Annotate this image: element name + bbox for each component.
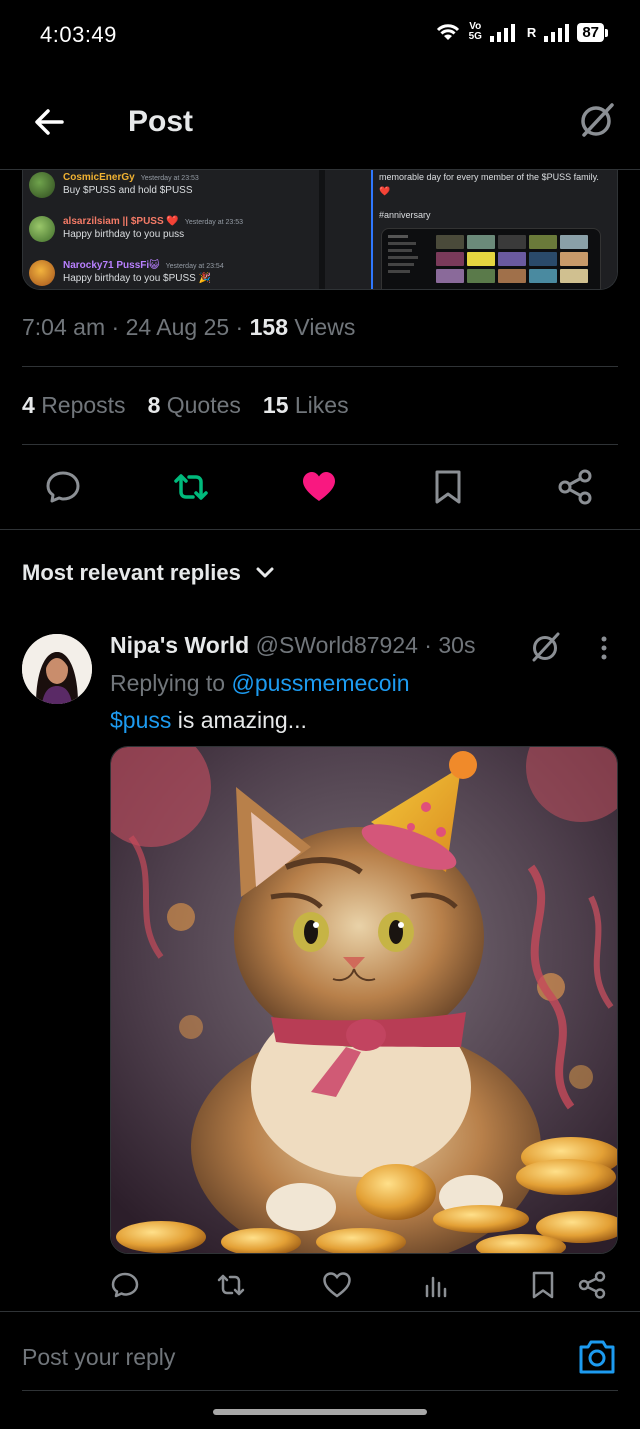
engagement-stats: 4 Reposts 8 Quotes 15 Likes — [22, 392, 349, 419]
repost-icon[interactable] — [172, 468, 210, 506]
reply-composer[interactable]: Post your reply — [0, 1312, 640, 1392]
views-icon[interactable] — [422, 1270, 452, 1300]
wifi-icon — [436, 24, 459, 40]
page-title: Post — [128, 105, 194, 138]
reply-action-bar — [110, 1270, 618, 1304]
divider — [22, 366, 618, 367]
reply-input[interactable]: Post your reply — [22, 1344, 175, 1371]
reply-icon[interactable] — [44, 468, 82, 506]
post-media[interactable]: CosmicEnerGy Yesterday at 23:53 Buy $PUSS… — [22, 170, 618, 290]
avatar — [29, 260, 55, 286]
post-timestamp: 7:04 am · 24 Aug 25 · 158 Views — [22, 314, 356, 340]
video-call-thumbnail — [381, 228, 601, 289]
back-arrow-icon[interactable] — [30, 102, 70, 142]
cashtag-link[interactable]: $puss — [110, 707, 171, 733]
signal-icon-2 — [544, 22, 570, 42]
share-icon[interactable] — [556, 468, 594, 506]
bookmark-icon[interactable] — [528, 1270, 558, 1300]
top-app-bar: Post — [0, 72, 640, 170]
reply-handle[interactable]: @SWorld87924 — [256, 632, 418, 658]
replies-sort-dropdown[interactable]: Most relevant replies — [22, 560, 275, 586]
share-icon[interactable] — [577, 1270, 607, 1300]
avatar[interactable] — [22, 634, 92, 704]
bookmark-icon[interactable] — [429, 468, 467, 506]
repost-icon[interactable] — [216, 1270, 246, 1300]
chat-message: alsarzilsiam || $PUSS ❤️ Yesterday at 23:… — [29, 216, 243, 242]
reply-text: $puss is amazing... — [110, 707, 307, 733]
reposts-stat[interactable]: 4 Reposts — [22, 392, 126, 419]
grok-icon[interactable] — [528, 630, 562, 664]
quotes-stat[interactable]: 8 Quotes — [148, 392, 241, 419]
chat-screenshot: CosmicEnerGy Yesterday at 23:53 Buy $PUSS… — [23, 170, 319, 289]
signal-icon — [489, 22, 515, 42]
sidebar-list — [388, 235, 426, 285]
reply-image[interactable] — [110, 746, 618, 1254]
status-time: 4:03:49 — [40, 22, 117, 47]
likes-stat[interactable]: 15 Likes — [263, 392, 349, 419]
reply-header: Nipa's World @SWorld87924 · 30s — [110, 632, 476, 658]
participant-grid — [436, 235, 588, 283]
status-icons: Vo 5G R 87 — [435, 21, 608, 42]
chat-message: Narocky71 PussFi😺 Yesterday at 23:54 Happ… — [29, 260, 224, 286]
party-cat-image — [111, 747, 617, 1253]
reply-author-name[interactable]: Nipa's World — [110, 632, 249, 658]
home-indicator[interactable] — [213, 1409, 427, 1415]
battery-icon: 87 — [577, 22, 608, 42]
divider — [371, 170, 373, 289]
camera-icon[interactable] — [577, 1337, 617, 1377]
roaming-indicator: R — [526, 24, 537, 40]
replying-to: Replying to @pussmemecoin — [110, 670, 410, 696]
mention-link[interactable]: @pussmemecoin — [231, 670, 409, 696]
chevron-down-icon — [256, 567, 274, 578]
like-icon[interactable] — [300, 468, 338, 506]
reply-time: 30s — [438, 632, 476, 658]
reply-post[interactable]: Nipa's World @SWorld87924 · 30s Replying… — [0, 620, 640, 1312]
views-count: 158 — [249, 314, 288, 340]
post-action-bar — [0, 444, 640, 530]
divider — [22, 1390, 618, 1391]
chat-message: CosmicEnerGy Yesterday at 23:53 Buy $PUSS… — [29, 172, 199, 198]
reply-icon[interactable] — [110, 1270, 140, 1300]
avatar-image — [22, 634, 92, 704]
like-icon[interactable] — [322, 1270, 352, 1300]
avatar — [29, 216, 55, 242]
grok-icon[interactable] — [576, 100, 616, 140]
more-options-icon[interactable] — [596, 634, 612, 662]
status-bar: 4:03:49 Vo 5G R 87 — [0, 0, 640, 72]
chat-screenshot-2: memorable day for every member of the $P… — [325, 170, 617, 289]
network-type: Vo 5G — [468, 21, 482, 42]
avatar — [29, 172, 55, 198]
